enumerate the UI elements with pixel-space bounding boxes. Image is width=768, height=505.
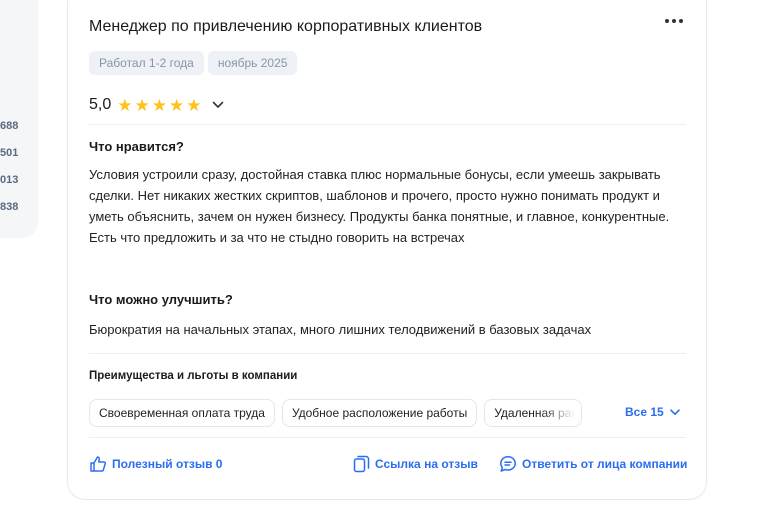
reply-button[interactable]: Ответить от лица компании <box>499 455 687 473</box>
rating-value: 5,0 <box>89 96 112 113</box>
copy-link-icon <box>353 455 370 473</box>
experience-tag: Работал 1-2 года <box>89 51 204 75</box>
divider <box>89 437 686 438</box>
reply-label: Ответить от лица компании <box>522 457 688 471</box>
helpful-button[interactable]: Полезный отзыв 0 <box>89 455 222 473</box>
review-title: Менеджер по привлечению корпоративных кл… <box>89 18 483 35</box>
side-number: 013 <box>0 174 19 186</box>
show-all-label: Все 15 <box>625 405 664 419</box>
side-number: 838 <box>0 201 19 213</box>
star-icon: ★ <box>169 95 185 115</box>
review-link-label: Ссылка на отзыв <box>375 457 478 471</box>
side-number: 688 <box>0 120 19 132</box>
benefit-chip[interactable]: Удаленная работа <box>484 399 583 427</box>
star-icon: ★ <box>151 95 167 115</box>
benefit-chip[interactable]: Своевременная оплата труда <box>89 399 275 427</box>
star-icon: ★ <box>186 95 202 115</box>
star-icon: ★ <box>134 95 150 115</box>
side-number: 501 <box>0 147 19 159</box>
thumbs-up-icon <box>90 456 107 472</box>
divider <box>89 353 686 354</box>
helpful-label: Полезный отзыв 0 <box>112 457 223 471</box>
review-tags: Работал 1-2 года ноябрь 2025 <box>89 51 298 75</box>
review-link-button[interactable]: Ссылка на отзыв <box>353 455 478 473</box>
show-all-benefits-button[interactable]: Все 15 <box>625 405 680 419</box>
more-icon[interactable] <box>664 14 684 28</box>
chevron-down-icon <box>669 408 680 415</box>
improve-heading: Что можно улучшить? <box>89 292 233 307</box>
benefit-chip[interactable]: Удобное расположение работы <box>281 399 478 427</box>
rating: 5,0 ★ ★ ★ ★ ★ <box>89 94 224 116</box>
benefit-chips: Своевременная оплата труда Удобное распо… <box>89 399 583 427</box>
chat-icon <box>500 456 516 472</box>
star-icon: ★ <box>117 95 133 115</box>
improve-text: Бюрократия на начальных этапах, много ли… <box>89 322 592 337</box>
divider <box>89 124 686 125</box>
chevron-down-icon[interactable] <box>212 101 224 109</box>
date-tag: ноябрь 2025 <box>207 51 298 75</box>
likes-heading: Что нравится? <box>89 139 184 154</box>
likes-text: Условия устроили сразу, достойная ставка… <box>89 167 670 245</box>
benefits-title: Преимущества и льготы в компании <box>89 370 298 382</box>
